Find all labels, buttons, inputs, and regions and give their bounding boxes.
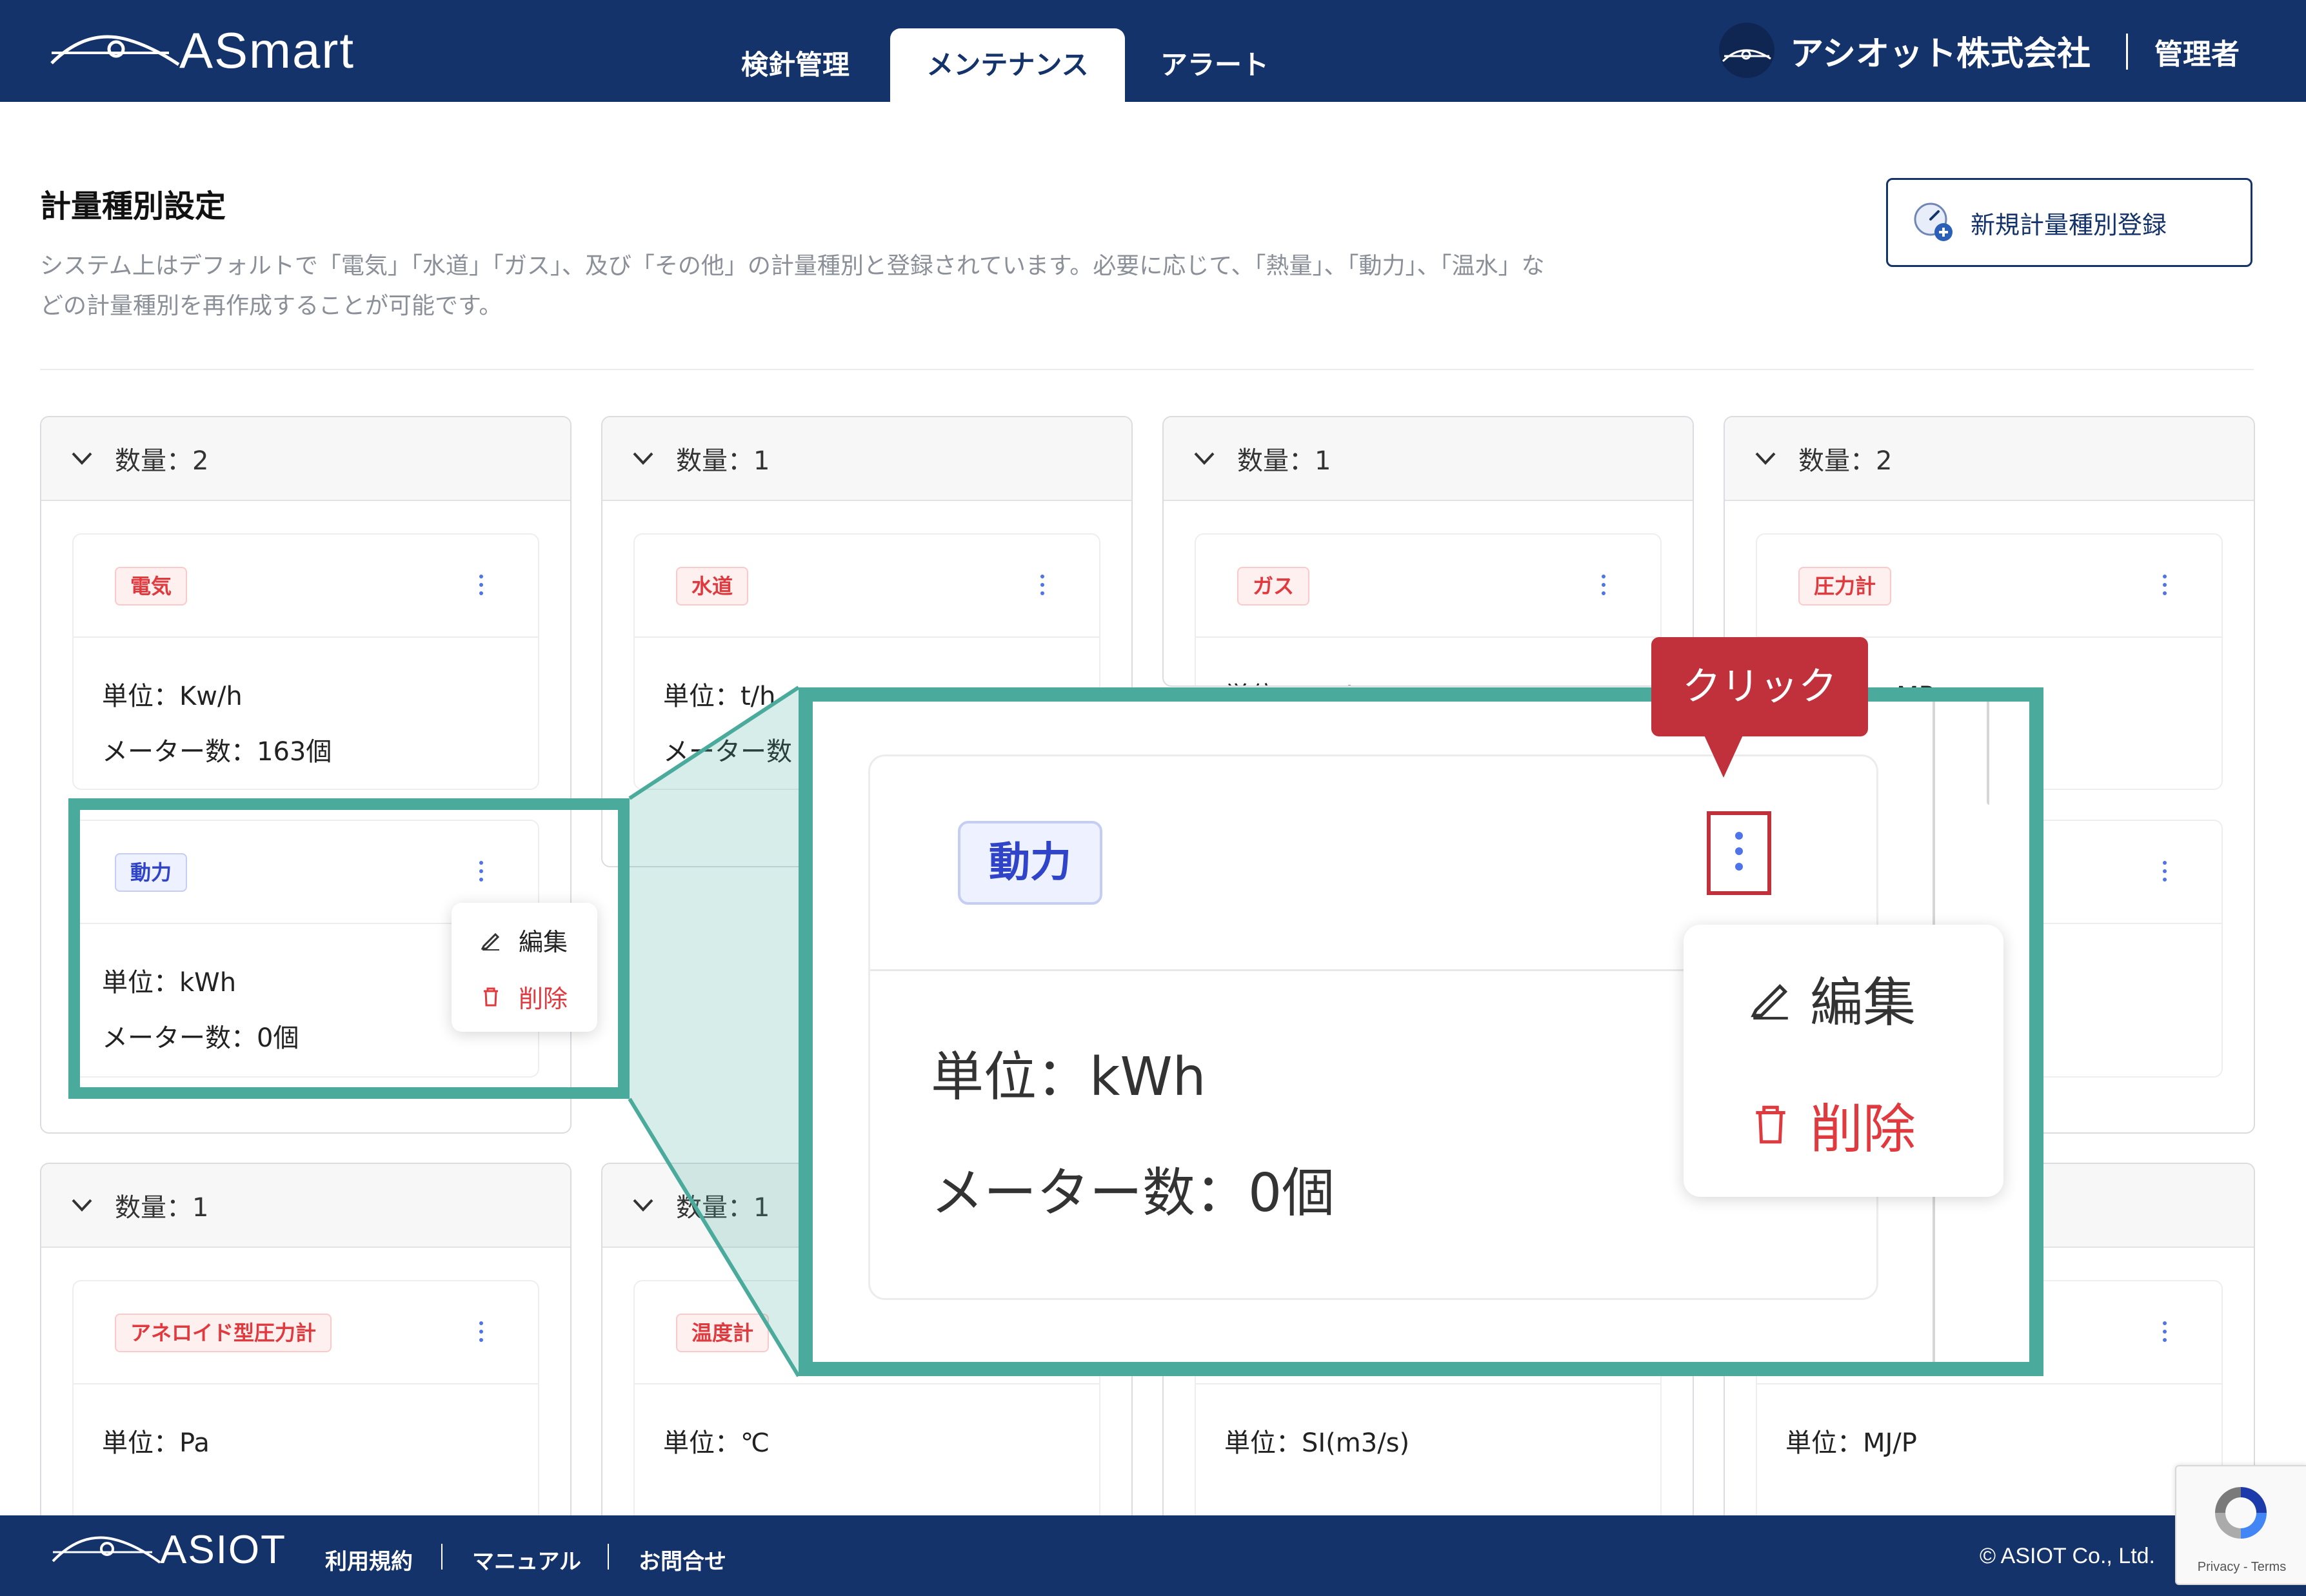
footer-separator <box>441 1544 442 1570</box>
click-callout: クリック <box>1651 637 1868 736</box>
recaptcha-icon <box>2215 1487 2267 1539</box>
zoom-view: 動力 単位：kWh メーター数：0個 編集 削除 <box>799 687 2043 1376</box>
zoomed-menu-delete-label: 削除 <box>1810 1099 1916 1160</box>
asiot-logo[interactable]: ASIOT <box>49 1527 286 1573</box>
zoomed-menu-edit[interactable]: 編集 <box>1748 960 1916 1036</box>
zoomed-meter-count-text: メーター数：0個 <box>931 1163 1335 1224</box>
footer-separator <box>608 1544 609 1570</box>
footer-link-contact[interactable]: お問合せ <box>639 1544 726 1575</box>
zoomed-type-tag: 動力 <box>958 821 1102 905</box>
footer: ASIOT 利用規約 マニュアル お問合せ © ASIOT Co., Ltd. <box>0 1515 2306 1596</box>
zoomed-kebab-menu-icon[interactable] <box>1707 811 1771 895</box>
footer-link-terms[interactable]: 利用規約 <box>325 1544 413 1575</box>
zoomed-unit-text: 単位：kWh <box>931 1047 1206 1108</box>
zoomed-menu-edit-label: 編集 <box>1810 972 1916 1034</box>
recaptcha-badge[interactable]: Privacy - Terms <box>2175 1465 2306 1585</box>
footer-link-manual[interactable]: マニュアル <box>472 1544 581 1575</box>
copyright-text: © ASIOT Co., Ltd. <box>1980 1544 2155 1568</box>
footer-logo-text: ASIOT <box>160 1528 287 1572</box>
pencil-icon <box>1751 983 1788 1020</box>
callout-pointer <box>1703 733 1744 778</box>
zoomed-action-menu: 編集 削除 <box>1684 925 2003 1197</box>
recaptcha-links[interactable]: Privacy - Terms <box>2176 1560 2306 1575</box>
trash-icon <box>1756 1105 1785 1143</box>
logo-arc-icon <box>52 1536 161 1564</box>
zoomed-menu-delete[interactable]: 削除 <box>1748 1086 1916 1163</box>
